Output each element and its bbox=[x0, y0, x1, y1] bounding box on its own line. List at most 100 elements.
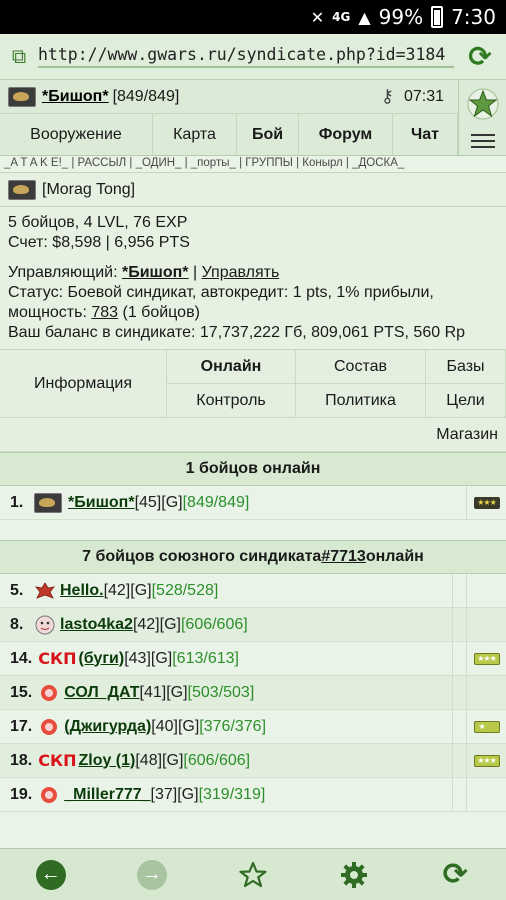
tab-bases[interactable]: Базы bbox=[426, 350, 506, 384]
member-hp: [606/606] bbox=[180, 615, 248, 633]
manager-label: Управляющий: bbox=[8, 264, 122, 281]
syndicate-emblem-icon bbox=[8, 86, 36, 107]
tab-online[interactable]: Онлайн bbox=[167, 350, 296, 384]
member-hp: [319/319] bbox=[198, 785, 266, 803]
member-level: [40][G] bbox=[151, 717, 200, 735]
member-name-link[interactable]: (Джигурда) bbox=[64, 718, 151, 736]
syndicate-account: Счет: $8,598 | 6,956 PTS bbox=[8, 234, 190, 251]
flower-clan-icon bbox=[41, 718, 58, 735]
syndicate-stats: 5 бойцов, 4 LVL, 76 EXP bbox=[8, 214, 188, 231]
status-line: Статус: Боевой синдикат, автокредит: 1 p… bbox=[8, 284, 434, 301]
member-hp: [376/376] bbox=[199, 717, 267, 735]
star-icon bbox=[239, 861, 267, 887]
member-number: 15. bbox=[10, 683, 33, 701]
game-header: *Бишоп* [849/849] ⚷ 07:31 Вооружение Кар… bbox=[0, 80, 506, 156]
rank-star-icon[interactable] bbox=[466, 87, 500, 121]
member-number: 8. bbox=[10, 615, 24, 633]
arrow-left-icon: ← bbox=[35, 859, 66, 890]
tab-roster[interactable]: Состав bbox=[296, 350, 426, 384]
power-label: мощность: bbox=[8, 304, 92, 321]
flower-clan-icon bbox=[41, 684, 58, 701]
tab-politics[interactable]: Политика bbox=[296, 384, 426, 418]
rank-badge-icon: ★ bbox=[473, 720, 500, 733]
member-name-link[interactable]: СОЛ_ДАТ bbox=[64, 684, 139, 702]
member-level: [42][G] bbox=[132, 615, 181, 633]
allied-heading-suffix: онлайн bbox=[365, 548, 424, 565]
tab-shop[interactable]: Магазин bbox=[0, 418, 506, 452]
reload-icon: ⟳ bbox=[442, 857, 468, 891]
power-suffix: (1 бойцов) bbox=[118, 304, 200, 321]
power-line: мощность: 783 (1 бойцов) bbox=[8, 303, 498, 323]
list-item: 19. _Miller777_ [37][G] [319/319] bbox=[0, 778, 506, 812]
clan-tag: СКП bbox=[38, 751, 77, 770]
manage-link[interactable]: Управлять bbox=[202, 264, 280, 281]
bookmark-button[interactable] bbox=[236, 858, 270, 892]
eagle-clan-icon bbox=[35, 581, 55, 599]
server-time: 07:31 bbox=[403, 87, 444, 105]
tab-info[interactable]: Информация bbox=[0, 350, 167, 418]
main-nav: Вооружение Карта Бой Форум Чат bbox=[0, 114, 458, 155]
member-name-link[interactable]: Hello. bbox=[60, 582, 104, 600]
manager-line: Управляющий: *Бишоп* | Управлять bbox=[8, 264, 280, 281]
refresh-button[interactable]: ⟳ bbox=[438, 858, 472, 892]
arrow-right-icon: → bbox=[136, 859, 167, 890]
signal-icon: ▲ bbox=[358, 7, 371, 27]
rank-badge-icon: ★★★ bbox=[473, 754, 500, 767]
list-item: 15. СОЛ_ДАТ [41][G] [503/503] bbox=[0, 676, 506, 710]
member-name-link[interactable]: (буги) bbox=[78, 650, 124, 668]
copy-icon[interactable]: ⧉ bbox=[8, 46, 30, 68]
list-item: 18. СКП Zloy (1) [48][G] [606/606] ★★★ bbox=[0, 744, 506, 778]
allied-syndicate-link[interactable]: #7713 bbox=[321, 548, 366, 566]
list-item: 8. lasto4ka2 [42][G] [606/606] bbox=[0, 608, 506, 642]
back-button[interactable]: ← bbox=[34, 858, 68, 892]
forward-button[interactable]: → bbox=[135, 858, 169, 892]
nav-chat[interactable]: Чат bbox=[393, 114, 458, 155]
tab-goals[interactable]: Цели bbox=[426, 384, 506, 418]
list-item: 17. (Джигурда) [40][G] [376/376] ★ bbox=[0, 710, 506, 744]
settings-button[interactable] bbox=[337, 858, 371, 892]
member-hp: [528/528] bbox=[151, 581, 219, 599]
member-level: [43][G] bbox=[124, 649, 173, 667]
player-name-link[interactable]: *Бишоп* bbox=[42, 88, 109, 106]
member-level: [41][G] bbox=[139, 683, 188, 701]
member-number: 18. bbox=[10, 751, 33, 769]
url-bar: ⧉ http://www.gwars.ru/syndicate.php?id=3… bbox=[0, 34, 506, 80]
nav-weapons[interactable]: Вооружение bbox=[0, 114, 153, 155]
player-row: *Бишоп* [849/849] ⚷ 07:31 bbox=[0, 80, 458, 114]
tab-control[interactable]: Контроль bbox=[167, 384, 296, 418]
power-link[interactable]: 783 bbox=[91, 304, 118, 321]
syndicate-emblem-icon bbox=[8, 179, 36, 200]
member-number: 1. bbox=[10, 493, 24, 511]
syndicate-info: [Morag Tong] 5 бойцов, 4 LVL, 76 EXP Сче… bbox=[0, 172, 506, 452]
member-name-link[interactable]: _Miller777_ bbox=[64, 786, 150, 804]
browser-toolbar: ← → ⟳ bbox=[0, 848, 506, 900]
member-hp: [849/849] bbox=[182, 493, 250, 511]
online-heading: 1 бойцов онлайн bbox=[0, 452, 506, 486]
member-name-link[interactable]: Zloy (1) bbox=[78, 752, 135, 770]
face-clan-icon bbox=[35, 615, 55, 634]
syndicate-tabs: Информация Онлайн Состав Базы Контроль П… bbox=[0, 349, 506, 452]
key-icon[interactable]: ⚷ bbox=[381, 86, 394, 107]
battery-percent: 99% bbox=[378, 5, 424, 29]
member-number: 14. bbox=[10, 649, 33, 667]
member-level: [48][G] bbox=[135, 751, 184, 769]
nav-forum[interactable]: Форум bbox=[299, 114, 393, 155]
reload-icon[interactable]: ⟳ bbox=[462, 39, 498, 75]
flower-clan-icon bbox=[41, 786, 58, 803]
battery-icon bbox=[431, 6, 444, 28]
menu-icon[interactable] bbox=[470, 134, 495, 149]
mute-icon: ✕ bbox=[310, 7, 325, 27]
player-hp: [849/849] bbox=[112, 87, 180, 105]
manager-link[interactable]: *Бишоп* bbox=[122, 264, 189, 281]
quick-links[interactable]: _A T A K E!_ | РАССЫЛ | _ОДИН_ | _порты_… bbox=[0, 156, 506, 172]
rank-badge-icon: ★★★ bbox=[473, 496, 500, 509]
member-hp: [606/606] bbox=[183, 751, 251, 769]
nav-battle[interactable]: Бой bbox=[237, 114, 299, 155]
address-field[interactable]: http://www.gwars.ru/syndicate.php?id=318… bbox=[38, 45, 454, 68]
nav-map[interactable]: Карта bbox=[153, 114, 237, 155]
member-name-link[interactable]: *Бишоп* bbox=[68, 494, 135, 512]
member-name-link[interactable]: lasto4ka2 bbox=[60, 616, 133, 634]
allied-heading: 7 бойцов союзного синдиката #7713 онлайн bbox=[0, 540, 506, 574]
list-item: 1. *Бишоп* [45][G] [849/849] ★★★ bbox=[0, 486, 506, 520]
list-item: 5. Hello. [42][G] [528/528] bbox=[0, 574, 506, 608]
